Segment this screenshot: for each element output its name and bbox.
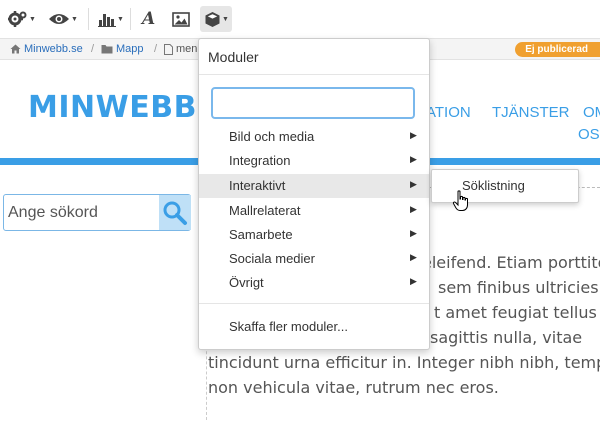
caret-right-icon: ▶	[410, 179, 417, 189]
menu-divider	[199, 303, 429, 304]
search-input[interactable]	[6, 195, 160, 230]
caret-down-icon: ▼	[222, 15, 229, 23]
image-icon	[172, 11, 190, 27]
module-search-input[interactable]	[211, 87, 415, 119]
gears-icon	[8, 11, 27, 27]
statistics-button[interactable]: ▼	[98, 6, 124, 32]
caret-right-icon: ▶	[410, 130, 417, 140]
menu-title: Moduler	[208, 49, 259, 65]
settings-button[interactable]: ▼	[8, 6, 36, 32]
breadcrumb-item-folder[interactable]: Mapp	[101, 43, 144, 55]
nav-item-integration[interactable]: ATION	[426, 104, 471, 121]
home-icon	[10, 44, 21, 54]
menu-divider	[199, 74, 429, 75]
breadcrumb-item-home[interactable]: Minwebb.se	[10, 43, 83, 55]
site-search	[3, 194, 191, 231]
hand-cursor-icon	[452, 190, 468, 211]
breadcrumb-separator: /	[154, 43, 158, 55]
text-line: sagittis nulla, vitae	[430, 328, 583, 347]
caret-right-icon: ▶	[410, 204, 417, 214]
font-icon: A	[142, 9, 156, 29]
breadcrumb-item-page[interactable]: men	[164, 43, 197, 55]
menu-item-sociala-medier[interactable]: Sociala medier ▶	[199, 247, 429, 271]
text-line: sem finibus ultricies.	[438, 278, 600, 297]
bar-chart-icon	[98, 14, 116, 27]
menu-item-bild-och-media[interactable]: Bild och media ▶	[199, 125, 429, 149]
caret-down-icon: ▼	[71, 15, 78, 23]
modules-menu: Moduler Bild och media ▶ Integration ▶ I…	[198, 38, 430, 350]
nav-item-tjanster[interactable]: TJÄNSTER	[492, 104, 570, 121]
menu-item-mallrelaterat[interactable]: Mallrelaterat ▶	[199, 199, 429, 223]
submenu-item-soklistning[interactable]: Söklistning	[462, 178, 525, 193]
caret-down-icon: ▼	[117, 15, 124, 23]
folder-icon	[101, 45, 113, 54]
text-line: non vehicula vitae, rutrum nec eros.	[208, 378, 499, 397]
caret-right-icon: ▶	[410, 228, 417, 238]
cube-icon	[205, 11, 220, 27]
search-icon	[163, 201, 187, 225]
nav-item-om[interactable]: OM	[583, 104, 600, 121]
menu-item-samarbete[interactable]: Samarbete ▶	[199, 223, 429, 247]
breadcrumb-separator: /	[91, 43, 95, 55]
caret-right-icon: ▶	[410, 276, 417, 286]
search-button[interactable]	[159, 195, 191, 230]
text-line: eleifend. Etiam porttitor	[422, 253, 600, 272]
nav-item-oss[interactable]: OSS	[578, 126, 600, 143]
menu-item-integration[interactable]: Integration ▶	[199, 149, 429, 173]
toolbar-separator	[88, 8, 89, 30]
text-line: tincidunt urna efficitur in. Integer nib…	[208, 353, 600, 372]
toolbar-separator	[130, 8, 131, 30]
menu-item-ovrigt[interactable]: Övrigt ▶	[199, 271, 429, 295]
get-more-modules-link[interactable]: Skaffa fler moduler...	[199, 315, 429, 339]
caret-right-icon: ▶	[410, 252, 417, 262]
modules-button[interactable]: ▼	[200, 6, 232, 32]
status-badge: Ej publicerad	[515, 42, 600, 57]
preview-button[interactable]: ▼	[48, 6, 78, 32]
toolbar: ▼ ▼ ▼ A ▼	[0, 0, 600, 38]
image-button[interactable]	[172, 6, 190, 32]
text-line: t amet feugiat tellus	[434, 303, 597, 322]
eye-icon	[49, 14, 69, 24]
menu-item-interaktivt[interactable]: Interaktivt ▶	[199, 174, 429, 198]
font-button[interactable]: A	[142, 6, 155, 32]
file-icon	[164, 43, 173, 55]
caret-down-icon: ▼	[29, 15, 36, 23]
caret-right-icon: ▶	[410, 154, 417, 164]
